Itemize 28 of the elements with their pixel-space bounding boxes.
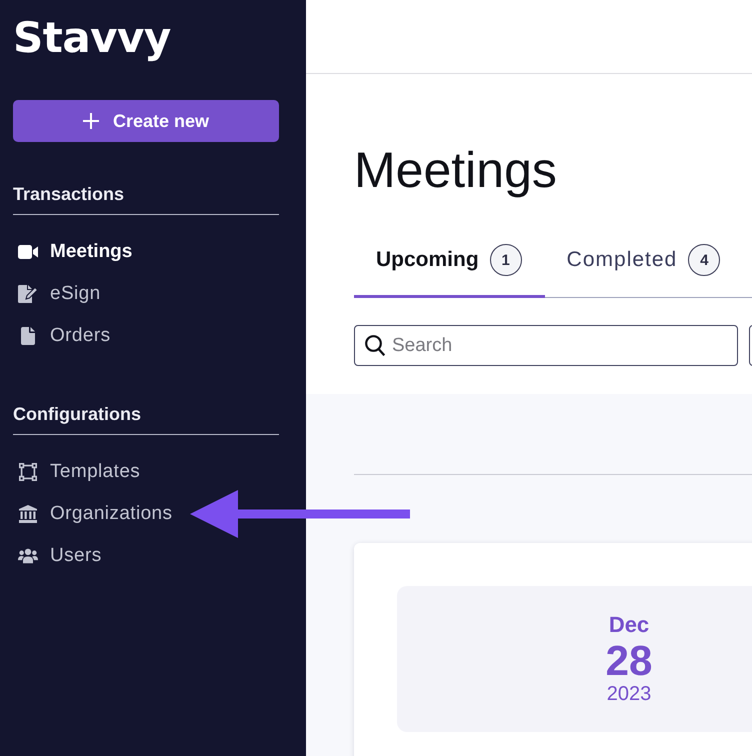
nav-item[interactable]: eSign (13, 273, 101, 315)
video-camera-icon (18, 245, 38, 259)
section-heading: Transactions (13, 183, 124, 206)
tab[interactable]: Upcoming 1 (354, 231, 545, 298)
nav-item[interactable]: Meetings (13, 231, 132, 273)
tab[interactable]: Completed 4 (544, 231, 744, 298)
date-day: 28 (606, 640, 652, 682)
section-heading: Configurations (13, 403, 141, 426)
date-year: 2023 (606, 682, 652, 707)
plus-icon (82, 113, 99, 129)
nav-item[interactable]: Orders (13, 315, 110, 357)
search-field[interactable]: Search (354, 325, 738, 366)
bank-building-icon (19, 505, 37, 523)
vector-square-icon (19, 463, 37, 481)
nav-item[interactable]: Templates (13, 451, 140, 493)
nav-item[interactable]: Users (13, 535, 102, 577)
count-badge: 1 (490, 244, 522, 276)
create-new-button[interactable]: Create new (13, 100, 279, 142)
count-badge: 4 (688, 244, 720, 276)
document-pen-icon (18, 285, 38, 303)
meeting-card[interactable]: Dec 28 2023 (354, 543, 752, 756)
file-icon (21, 327, 35, 345)
nav-item[interactable]: Organizations (13, 493, 172, 535)
date-month: Dec (608, 612, 650, 638)
users-icon (18, 548, 38, 564)
page-title: Meetings (354, 141, 557, 200)
search-icon (365, 335, 385, 356)
logo: Stavvy (13, 17, 171, 59)
